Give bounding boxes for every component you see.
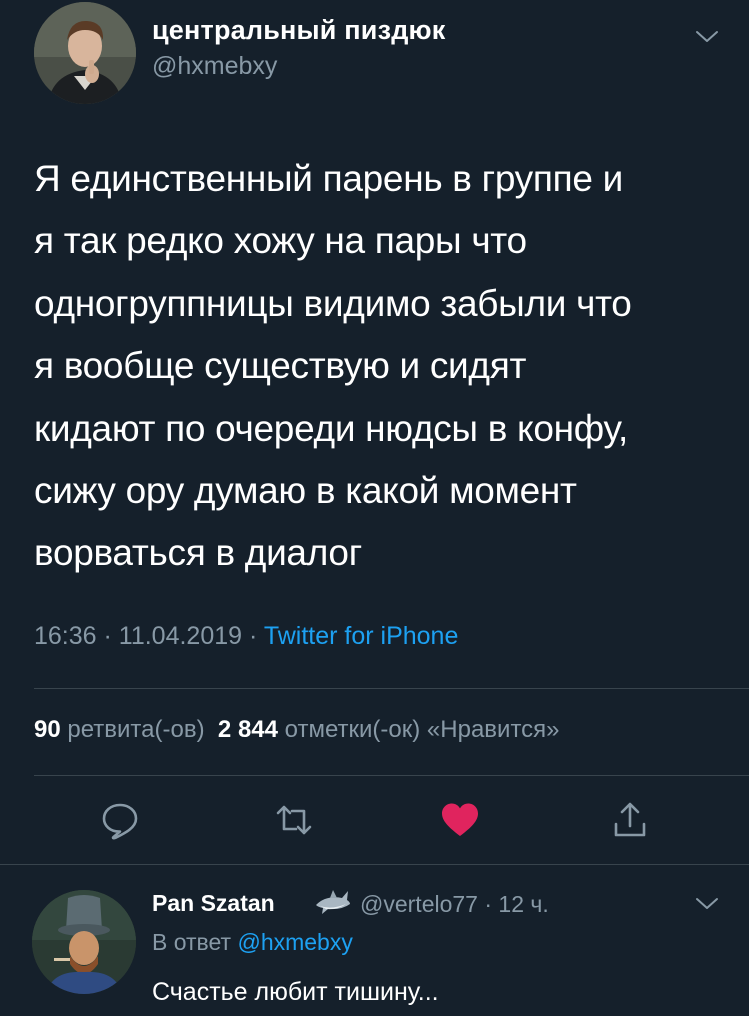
reply-author-handle[interactable]: @vertelo77 [360,891,478,917]
reply-time: 12 ч. [498,891,549,917]
tweet-time: 16:36 [34,622,97,650]
likes-count[interactable]: 2 844 [218,716,278,743]
share-button[interactable] [610,800,650,840]
tweet-text-line: ворваться в диалог [34,532,362,574]
share-icon [614,802,646,837]
retweets-count[interactable]: 90 [34,716,61,743]
author-avatar[interactable] [34,2,136,104]
main-tweet: центральный пиздюк @hxmebxy Я единственн… [0,0,749,865]
tweet-text-line: Я единственный парень в группе и [34,158,623,199]
divider [34,688,749,689]
tweet-text: Я единственный парень в группе и я так р… [34,148,734,585]
chevron-down-icon[interactable] [694,895,720,911]
retweets-label[interactable]: ретвита(-ов) [67,716,204,743]
author-name[interactable]: центральный пиздюк [152,15,446,46]
reply-author-name[interactable]: Pan Szatan [152,890,275,917]
reply-tweet[interactable]: Pan Szatan @vertelo77 · 12 ч. В ответ @h… [0,865,749,1016]
tweet-source-link[interactable]: Twitter for iPhone [264,622,459,650]
reply-mention-link[interactable]: @hxmebxy [237,929,352,955]
author-handle[interactable]: @hxmebxy [152,52,277,81]
tweet-text-line: я вообще существую и сидят [34,345,527,387]
chevron-down-icon[interactable] [694,28,720,44]
tweet-text-line: я так редко хожу на пары что [34,220,527,262]
reply-button[interactable] [100,800,140,840]
tweet-stats: 90 ретвита(-ов) 2 844 отметки(-ок) «Нрав… [34,716,560,744]
tweet-text-line: одногруппницы видимо забыли что [34,282,632,324]
reply-author-avatar[interactable] [32,890,136,994]
like-button[interactable] [440,800,480,840]
tweet-text-line: сижу ору думаю в какой момент [34,470,577,512]
shark-icon [312,885,352,917]
likes-label[interactable]: отметки(-ок) «Нравится» [285,716,560,743]
meta-separator: · [96,622,119,650]
divider [34,775,749,776]
retweet-icon [276,805,312,835]
tweet-date: 11.04.2019 [118,622,243,650]
tweet-text-line: кидают по очереди нюдсы в конфу, [34,407,628,449]
tweet-meta: 16:36 · 11.04.2019 · Twitter for iPhone [34,622,458,651]
heart-icon [442,803,478,836]
reply-text: Счастье любит тишину... [152,978,439,1006]
reply-to-line: В ответ @hxmebxy [152,929,353,956]
meta-separator: · [477,891,499,917]
reply-handle-time: @vertelo77 · 12 ч. [360,891,549,918]
retweet-button[interactable] [274,800,314,840]
meta-separator: · [242,622,264,650]
reply-bubble-icon [102,803,138,840]
reply-to-prefix: В ответ [152,929,232,955]
